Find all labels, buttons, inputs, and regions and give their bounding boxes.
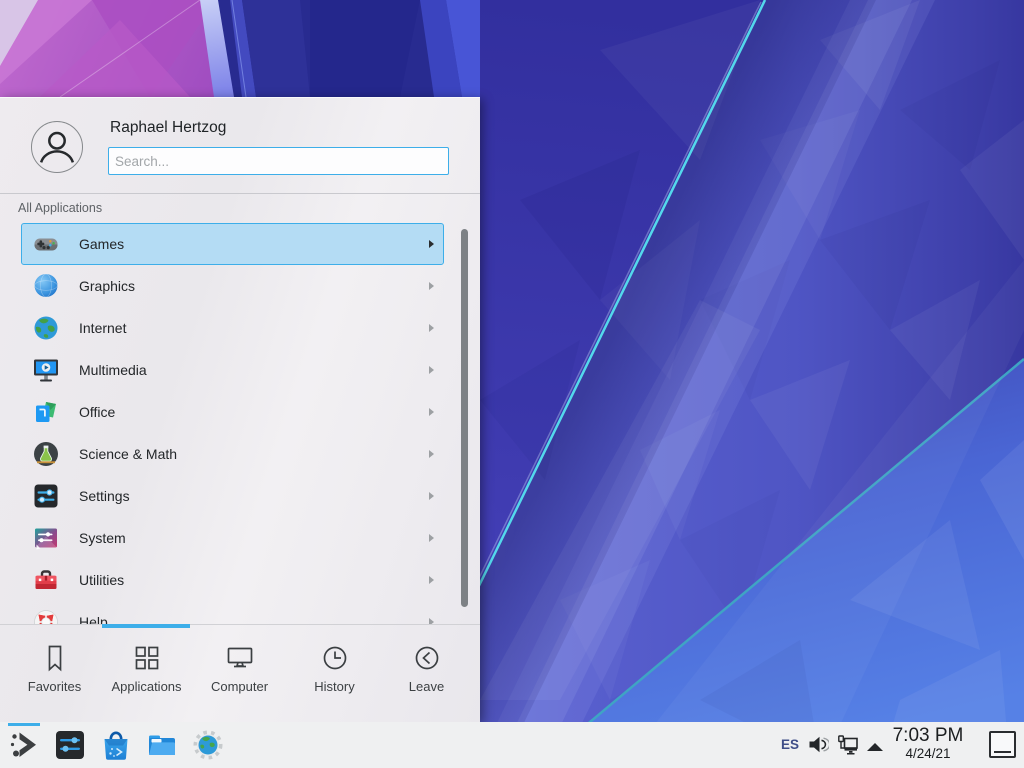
category-label: Internet: [79, 320, 126, 336]
leave-icon: [412, 643, 442, 673]
system-settings-icon: [54, 729, 86, 761]
application-launcher-menu: Raphael Hertzog All Applications: [0, 97, 480, 722]
globe-icon: [32, 314, 60, 342]
category-internet[interactable]: Internet: [21, 307, 444, 349]
user-icon: [32, 122, 82, 172]
submenu-arrow-icon: [429, 366, 434, 374]
tab-history[interactable]: History: [288, 625, 381, 694]
user-avatar[interactable]: [31, 121, 83, 173]
submenu-arrow-icon: [429, 408, 434, 416]
system-settings-button[interactable]: [54, 729, 86, 761]
category-science-math[interactable]: Science & Math: [21, 433, 444, 475]
browser-globe-icon: [192, 729, 224, 761]
folder-icon: [146, 729, 178, 761]
volume-tray-button[interactable]: [807, 734, 829, 755]
show-desktop-button[interactable]: [989, 731, 1016, 758]
volume-icon: [807, 734, 829, 755]
graphics-ball-icon: [32, 272, 60, 300]
submenu-arrow-icon: [429, 492, 434, 500]
category-label: Utilities: [79, 572, 124, 588]
clock-time: 7:03 PM: [886, 726, 970, 747]
expand-tray-icon[interactable]: [867, 743, 883, 751]
category-label: Help: [79, 614, 108, 624]
digital-clock[interactable]: 7:03 PM 4/24/21: [886, 726, 970, 762]
category-label: Settings: [79, 488, 130, 504]
flask-icon: [32, 440, 60, 468]
user-name: Raphael Hertzog: [110, 119, 226, 137]
category-utilities[interactable]: Utilities: [21, 559, 444, 601]
category-help[interactable]: Help: [21, 601, 444, 624]
category-label: Multimedia: [79, 362, 147, 378]
category-label: System: [79, 530, 126, 546]
tab-favorites[interactable]: Favorites: [8, 625, 101, 694]
tab-computer[interactable]: Computer: [193, 625, 286, 694]
submenu-arrow-icon: [429, 534, 434, 542]
category-system[interactable]: System: [21, 517, 444, 559]
submenu-arrow-icon: [429, 282, 434, 290]
tab-label: Computer: [193, 679, 286, 694]
submenu-arrow-icon: [429, 324, 434, 332]
discover-bag-icon: [100, 729, 132, 761]
desktop: Raphael Hertzog All Applications: [0, 0, 1024, 768]
header-separator: [0, 193, 480, 194]
active-task-indicator: [8, 723, 40, 726]
category-label: Games: [79, 236, 124, 252]
search-input[interactable]: [108, 147, 449, 175]
app-grid-icon: [132, 643, 162, 673]
tab-label: Leave: [380, 679, 473, 694]
tab-applications[interactable]: Applications: [100, 625, 193, 694]
clock-date: 4/24/21: [886, 747, 970, 762]
kickoff-launcher-button[interactable]: [8, 729, 40, 761]
tab-label: Favorites: [8, 679, 101, 694]
kickoff-icon: [8, 729, 40, 761]
category-settings[interactable]: Settings: [21, 475, 444, 517]
section-label: All Applications: [18, 201, 102, 215]
category-graphics[interactable]: Graphics: [21, 265, 444, 307]
history-clock-icon: [320, 643, 350, 673]
web-browser-button[interactable]: [192, 729, 224, 761]
bookmark-icon: [40, 643, 70, 673]
category-label: Office: [79, 404, 115, 420]
scrollbar[interactable]: [461, 229, 468, 607]
tab-label: History: [288, 679, 381, 694]
keyboard-layout-indicator[interactable]: ES: [781, 737, 799, 752]
network-tray-button[interactable]: [836, 733, 859, 756]
toolbox-icon: [32, 566, 60, 594]
file-manager-button[interactable]: [146, 729, 178, 761]
submenu-arrow-icon: [429, 576, 434, 584]
lifebuoy-icon: [32, 608, 60, 624]
sliders-icon: [32, 482, 60, 510]
submenu-arrow-icon: [429, 450, 434, 458]
tab-leave[interactable]: Leave: [380, 625, 473, 694]
category-office[interactable]: Office: [21, 391, 444, 433]
taskbar: ES 7:03 PM 4/24/21: [0, 722, 1024, 768]
discover-button[interactable]: [100, 729, 132, 761]
category-label: Graphics: [79, 278, 135, 294]
submenu-arrow-icon: [429, 240, 434, 248]
category-games[interactable]: Games: [21, 223, 444, 265]
show-desktop-glyph: [994, 751, 1011, 753]
category-multimedia[interactable]: Multimedia: [21, 349, 444, 391]
monitor-play-icon: [32, 356, 60, 384]
category-list: Games Graphics: [0, 223, 480, 624]
network-icon: [836, 733, 859, 756]
computer-icon: [225, 643, 255, 673]
tab-label: Applications: [100, 679, 193, 694]
launcher-tabbar: Favorites Applications: [0, 624, 480, 723]
system-monitor-icon: [32, 524, 60, 552]
documents-icon: [32, 398, 60, 426]
category-label: Science & Math: [79, 446, 177, 462]
gamepad-icon: [32, 230, 60, 258]
